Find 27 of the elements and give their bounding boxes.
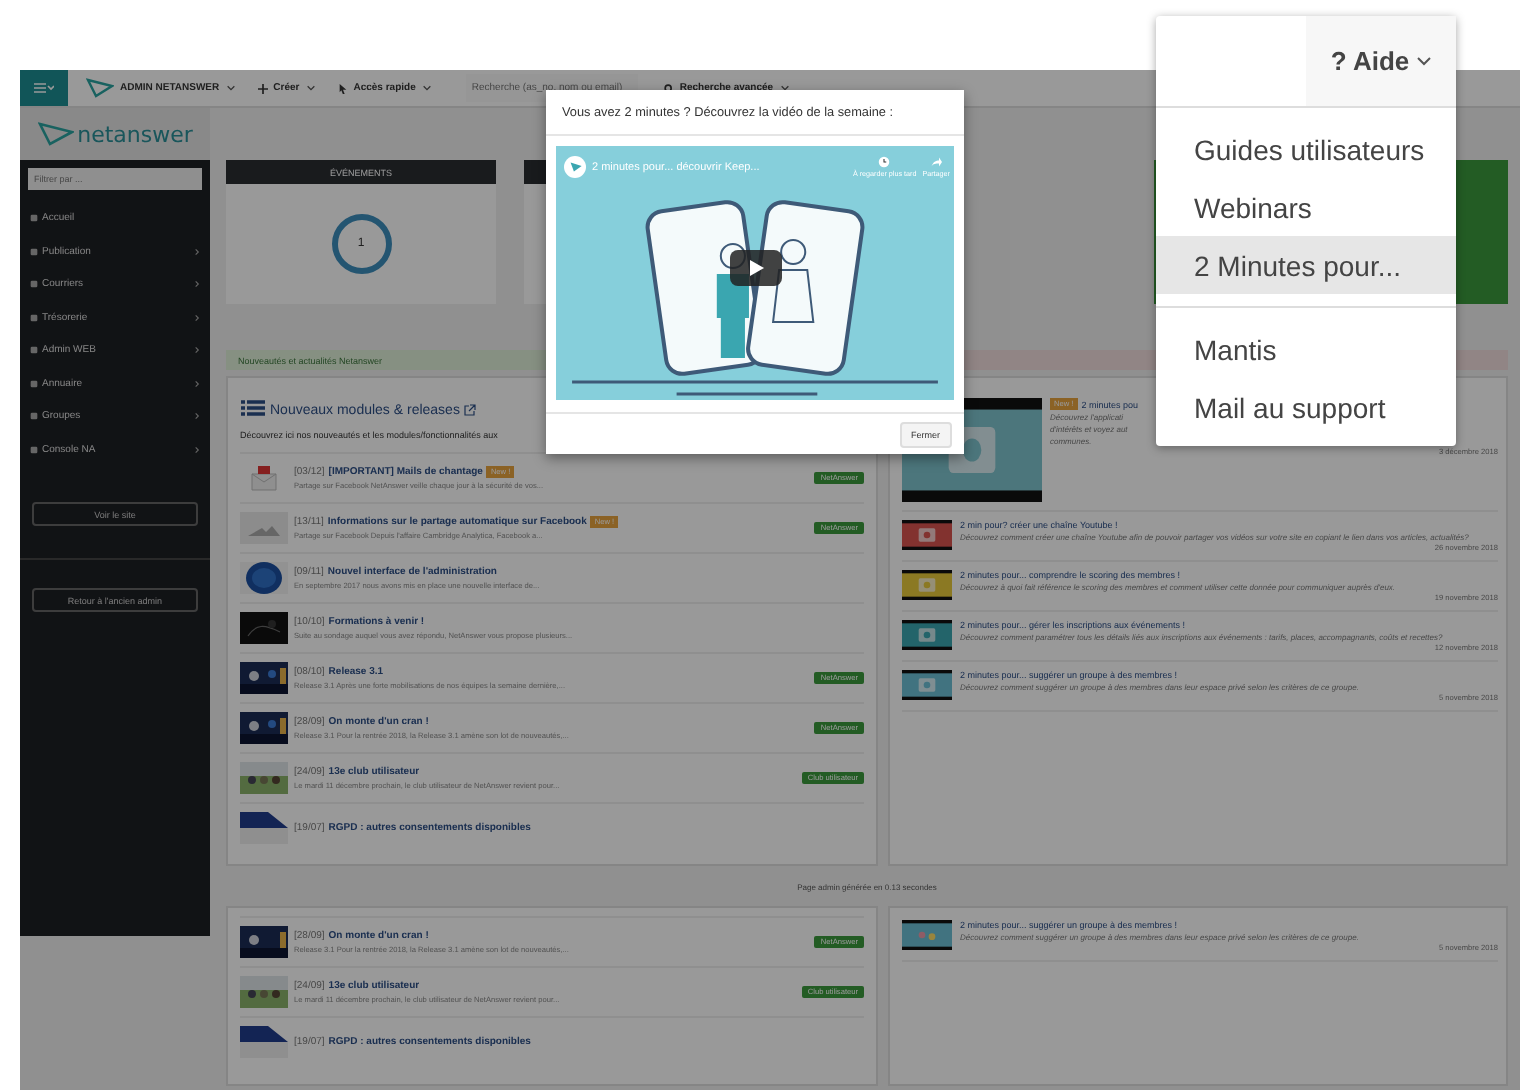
menu-item-icon [30,280,38,289]
help-button[interactable]: ? Aide [1306,16,1456,106]
logo-text: netanswer [77,121,193,147]
menu-item-icon [30,445,38,454]
menu-item-icon [30,313,38,322]
menu-item[interactable]: Guides utilisateurs [1156,120,1456,178]
plus-icon [257,83,268,93]
menu-item[interactable]: Mantis [1156,320,1456,378]
menu-item-icon [30,214,38,223]
caret-icon [305,84,316,92]
menu-icon [34,82,54,94]
logo-icon [86,78,114,98]
menu-item[interactable]: 2 Minutes pour... [1156,236,1456,294]
caret-icon [779,84,790,92]
caret-icon [421,84,432,92]
external-link-icon[interactable] [463,404,476,416]
caret-icon [1415,56,1432,66]
menu-item-icon [30,346,38,355]
menu-item[interactable]: Webinars [1156,178,1456,236]
menu-item-icon [30,379,38,388]
logo-icon [37,122,74,146]
menu-item-icon [30,412,38,421]
cursor-icon [337,83,348,93]
caret-icon [225,84,236,92]
menu-item-icon [30,247,38,256]
list-icon [240,400,266,420]
menu-item[interactable]: Mail au support [1156,378,1456,436]
